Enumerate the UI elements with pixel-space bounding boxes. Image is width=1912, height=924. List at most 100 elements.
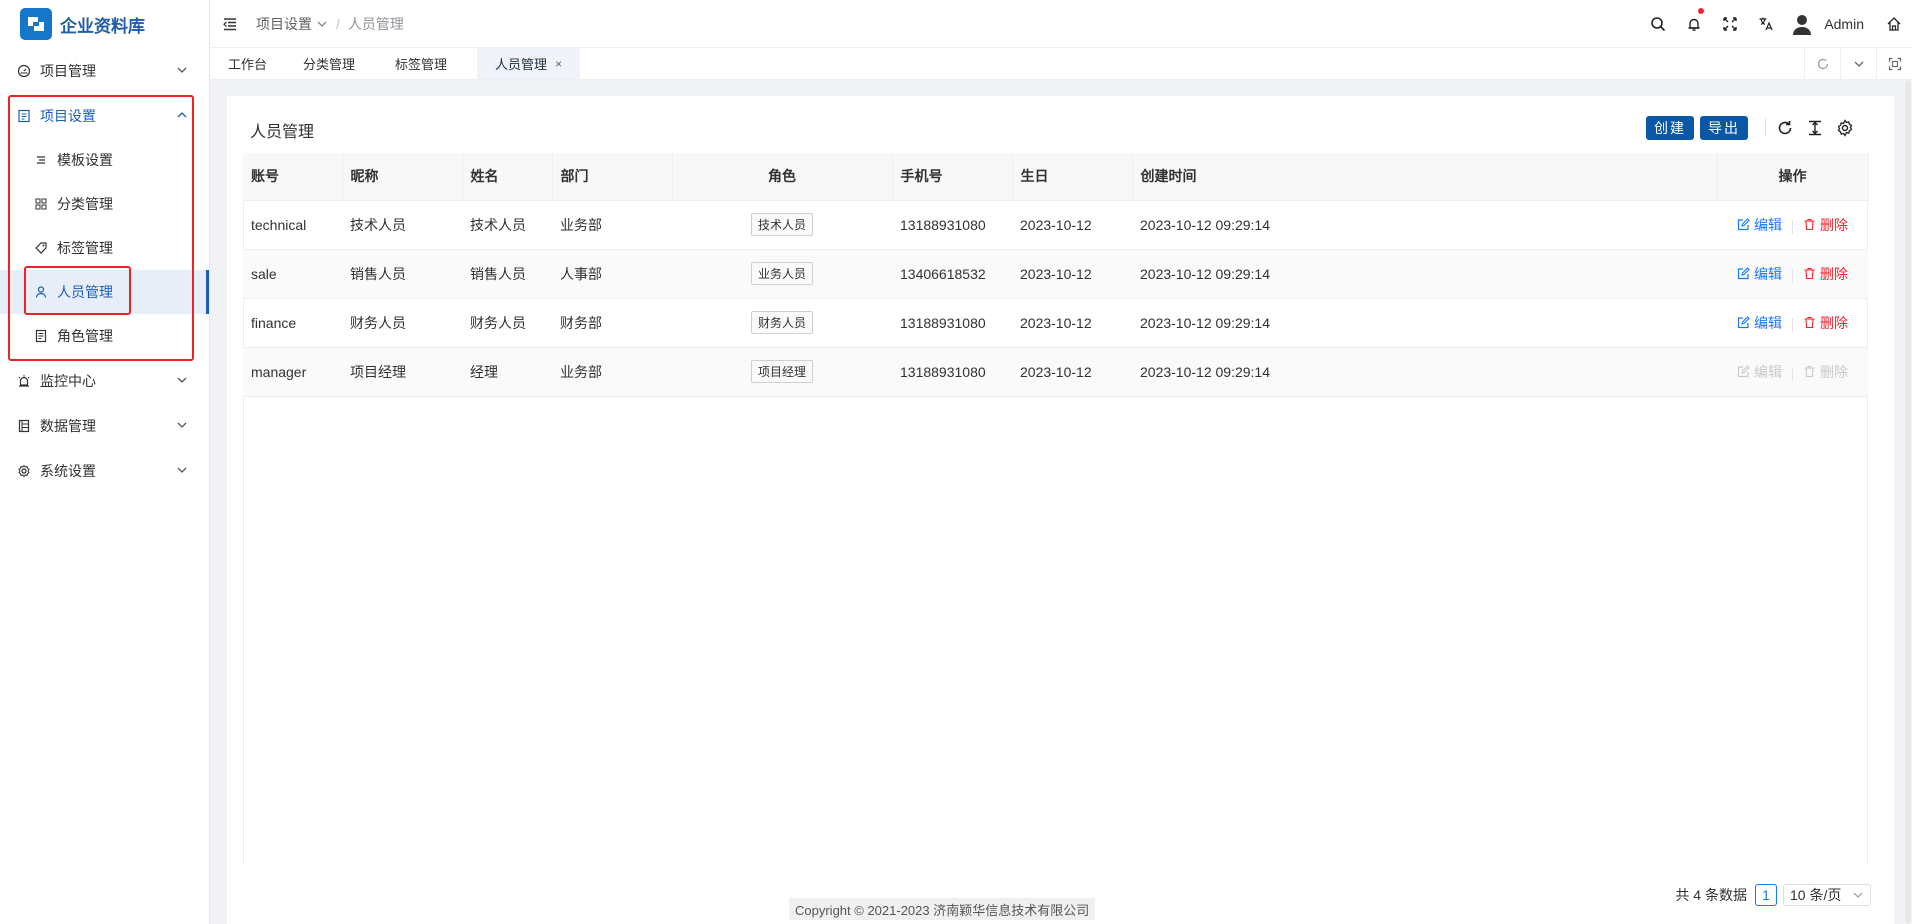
username[interactable]: Admin	[1824, 16, 1864, 32]
cell-dept: 人事部	[552, 249, 672, 299]
column-height-icon[interactable]	[1800, 114, 1830, 142]
chevron-down-icon[interactable]	[1840, 48, 1876, 80]
cell-birthday: 2023-10-12	[1012, 347, 1132, 397]
sidebar-subitem-template-settings[interactable]: 模板设置	[0, 138, 209, 182]
content-card: 人员管理 创建 导出 账号 昵称 姓名 部门 角色 手机号 生日 创建时间 操作	[227, 96, 1894, 924]
delete-button[interactable]: 删除	[1803, 313, 1848, 333]
cell-birthday: 2023-10-12	[1012, 200, 1132, 250]
tab-workbench[interactable]: 工作台	[210, 48, 285, 79]
fullscreen-icon[interactable]	[1712, 0, 1748, 48]
sidebar-menu: 项目管理 项目设置 模板设置 分类管理 标签管理 人员管理 角色管理 监控中心 …	[0, 48, 209, 493]
column-header: 部门	[552, 153, 673, 201]
cell-actions: 编辑 删除	[1717, 249, 1868, 299]
cell-nickname: 项目经理	[342, 347, 462, 397]
close-icon[interactable]: ×	[555, 57, 562, 71]
tab-label: 工作台	[228, 57, 268, 72]
sidebar-item-system-settings[interactable]: 系统设置	[0, 448, 209, 493]
footer-copyright: Copyright © 2021-2023 济南颖华信息技术有限公司	[789, 898, 1096, 920]
top-header: 项目设置 / 人员管理 Admin	[210, 0, 1912, 48]
tag-icon	[33, 240, 49, 256]
chevron-up-icon	[175, 108, 189, 122]
cell-birthday: 2023-10-12	[1012, 249, 1132, 299]
cell-name: 销售人员	[462, 249, 552, 299]
cell-created: 2023-10-12 09:29:14	[1132, 200, 1717, 250]
bell-icon[interactable]	[1676, 0, 1712, 48]
trash-icon	[1804, 365, 1815, 378]
cell-phone: 13188931080	[892, 200, 1012, 250]
export-button[interactable]: 导出	[1700, 116, 1748, 140]
divider	[1792, 318, 1793, 333]
book-icon	[16, 418, 32, 434]
table-tools	[1770, 114, 1860, 142]
gear-icon	[16, 463, 32, 479]
sidebar-item-project-management[interactable]: 项目管理	[0, 48, 209, 93]
sidebar-subitem-role-management[interactable]: 角色管理	[0, 314, 209, 358]
tab-label: 标签管理	[395, 57, 448, 72]
cell-account: finance	[243, 298, 342, 348]
delete-button[interactable]: 删除	[1803, 264, 1848, 284]
personnel-table: 账号 昵称 姓名 部门 角色 手机号 生日 创建时间 操作 technical …	[243, 153, 1869, 397]
home-icon[interactable]	[1876, 0, 1912, 48]
tab-label: 人员管理	[495, 57, 548, 72]
edit-button[interactable]: 编辑	[1737, 215, 1782, 235]
tab-personnel-management[interactable]: 人员管理 ×	[477, 48, 581, 79]
sidebar-subitem-category-management[interactable]: 分类管理	[0, 182, 209, 226]
sidebar-item-data-management[interactable]: 数据管理	[0, 403, 209, 448]
alarm-icon	[16, 373, 32, 389]
tab-tag-management[interactable]: 标签管理	[373, 48, 477, 79]
page-size-value: 10 条/页	[1790, 887, 1842, 903]
edit-button[interactable]: 编辑	[1737, 313, 1782, 333]
edit-button-disabled: 编辑	[1737, 362, 1782, 382]
sidebar-subitem-tag-management[interactable]: 标签管理	[0, 226, 209, 270]
column-header: 昵称	[342, 153, 463, 201]
cell-name: 财务人员	[462, 298, 552, 348]
cell-phone: 13188931080	[892, 298, 1012, 348]
edit-icon	[1737, 267, 1750, 280]
sidebar-item-label: 项目设置	[40, 107, 96, 124]
sidebar-subitem-personnel-management[interactable]: 人员管理	[0, 270, 209, 314]
tab-tools	[1804, 48, 1912, 80]
create-button[interactable]: 创建	[1646, 116, 1694, 140]
delete-button[interactable]: 删除	[1803, 215, 1848, 235]
cell-created: 2023-10-12 09:29:14	[1132, 347, 1717, 397]
edit-icon	[1737, 365, 1750, 378]
sidebar-item-label: 监控中心	[40, 372, 96, 389]
sidebar-item-project-settings[interactable]: 项目设置	[0, 93, 209, 138]
role-tag: 财务人员	[750, 311, 813, 334]
page-title: 人员管理	[250, 124, 315, 141]
translate-icon[interactable]	[1748, 0, 1784, 48]
search-icon[interactable]	[1640, 0, 1676, 48]
list-icon	[33, 152, 49, 168]
breadcrumb-separator: /	[336, 15, 340, 32]
refresh-icon[interactable]	[1804, 48, 1840, 80]
cell-created: 2023-10-12 09:29:14	[1132, 249, 1717, 299]
avatar[interactable]	[1790, 12, 1814, 36]
sidebar-subitem-label: 模板设置	[57, 152, 113, 168]
breadcrumb-item[interactable]: 项目设置	[256, 14, 312, 34]
sidebar-subitem-label: 分类管理	[57, 196, 113, 212]
tab-category-management[interactable]: 分类管理	[285, 48, 373, 79]
table-row: technical 技术人员 技术人员 业务部 技术人员 13188931080…	[243, 200, 1868, 250]
logo[interactable]: 企业资料库	[0, 0, 209, 48]
receipt-icon	[33, 328, 49, 344]
scrollbar-thumb[interactable]	[1905, 80, 1911, 924]
divider	[1792, 367, 1793, 382]
sidebar-item-monitoring-center[interactable]: 监控中心	[0, 358, 209, 403]
maximize-icon[interactable]	[1876, 48, 1912, 80]
edit-button[interactable]: 编辑	[1737, 264, 1782, 284]
trash-icon	[1804, 218, 1815, 231]
refresh-icon[interactable]	[1770, 114, 1800, 142]
page-number-button[interactable]: 1	[1755, 884, 1777, 906]
column-header: 账号	[243, 153, 343, 201]
sidebar-item-label: 系统设置	[40, 462, 96, 479]
cell-role: 项目经理	[672, 347, 892, 397]
document-icon	[16, 108, 32, 124]
page-size-select[interactable]: 10 条/页	[1783, 884, 1871, 906]
scrollbar[interactable]	[1904, 80, 1912, 924]
column-header: 操作	[1717, 153, 1869, 201]
menu-fold-icon[interactable]	[222, 16, 238, 32]
cell-nickname: 财务人员	[342, 298, 462, 348]
cell-actions: 编辑 删除	[1717, 298, 1868, 348]
settings-icon[interactable]	[1830, 114, 1860, 142]
cell-dept: 财务部	[552, 298, 672, 348]
